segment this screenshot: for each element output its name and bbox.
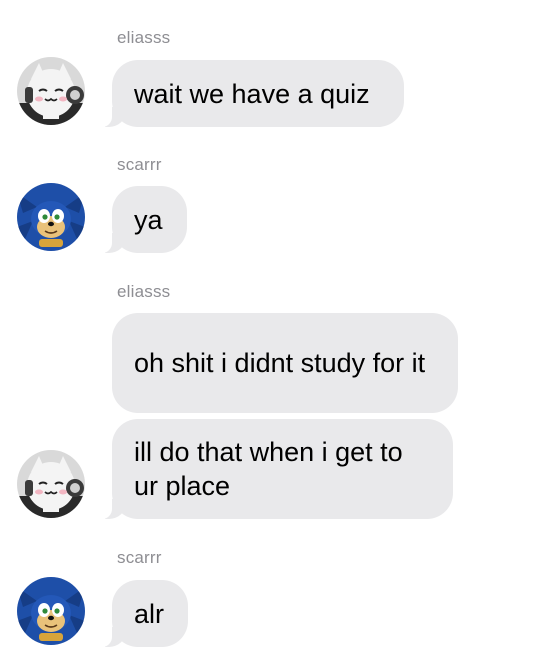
- message-bubble[interactable]: alr: [86, 580, 188, 647]
- sender-name-eliasss: eliasss: [117, 282, 171, 301]
- avatar-eliasss[interactable]: [17, 57, 85, 125]
- avatar-eliasss[interactable]: [17, 450, 85, 518]
- message-text: ill do that when i get to ur place: [134, 437, 403, 501]
- white-cat-avatar-icon: [17, 57, 85, 125]
- message-bubble[interactable]: wait we have a quiz: [86, 60, 404, 127]
- blue-hedgehog-avatar-icon: [17, 577, 85, 645]
- sender-name-eliasss: eliasss: [117, 28, 171, 47]
- message-bubble[interactable]: ya: [86, 186, 187, 253]
- message-bubble[interactable]: ill do that when i get to ur place: [86, 419, 453, 519]
- avatar-scarrr[interactable]: [17, 577, 85, 645]
- message-text: wait we have a quiz: [134, 78, 370, 109]
- message-text: alr: [134, 598, 165, 629]
- sender-name-scarrr: scarrr: [117, 155, 162, 174]
- message-bubble[interactable]: oh shit i didnt study for it: [112, 313, 458, 413]
- blue-hedgehog-avatar-icon: [17, 183, 85, 251]
- avatar-scarrr[interactable]: [17, 183, 85, 251]
- white-cat-avatar-icon: [17, 450, 85, 518]
- sender-name-scarrr: scarrr: [117, 548, 162, 567]
- message-text: ya: [134, 204, 163, 235]
- message-text: oh shit i didnt study for it: [134, 348, 426, 378]
